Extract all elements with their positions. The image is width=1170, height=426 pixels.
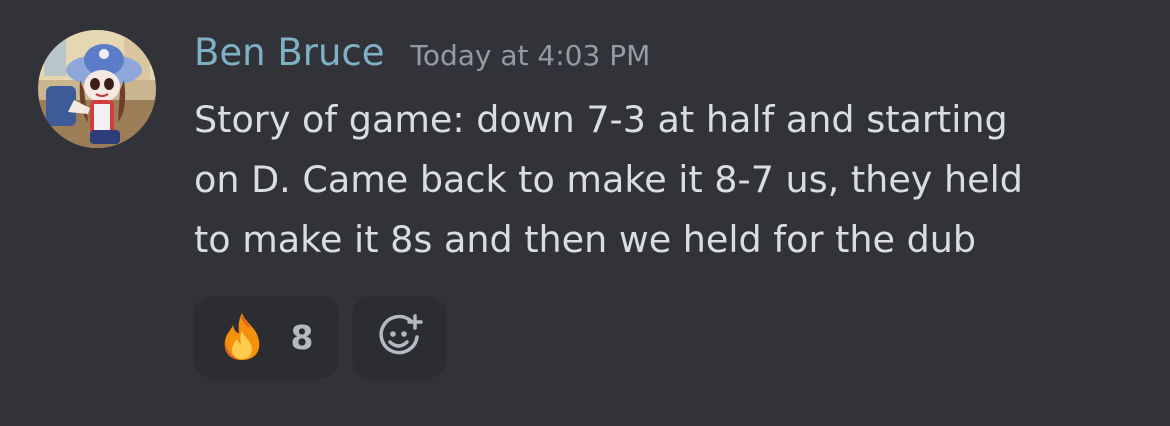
message-header: Ben Bruce Today at 4:03 PM (194, 28, 650, 78)
add-reaction-button[interactable] (352, 296, 447, 379)
reaction-fire[interactable]: 8 (193, 296, 339, 379)
fire-icon (219, 311, 265, 365)
message-timestamp: Today at 4:03 PM (410, 39, 651, 72)
message-line: Story of game: down 7-3 at half and star… (194, 98, 1008, 141)
reaction-count: 8 (290, 318, 314, 357)
message-line: on D. Came back to make it 8-7 us, they … (194, 158, 1023, 201)
message-line: to make it 8s and then we held for the d… (194, 218, 977, 261)
smiley-plus-icon (377, 313, 423, 363)
reactions-bar: 8 (193, 296, 447, 379)
avatar-image (38, 30, 156, 148)
message-content: Story of game: down 7-3 at half and star… (194, 90, 1154, 270)
author-name[interactable]: Ben Bruce (194, 28, 385, 78)
chat-message: Ben Bruce Today at 4:03 PM Story of game… (0, 0, 1170, 426)
author-avatar[interactable] (38, 30, 156, 148)
